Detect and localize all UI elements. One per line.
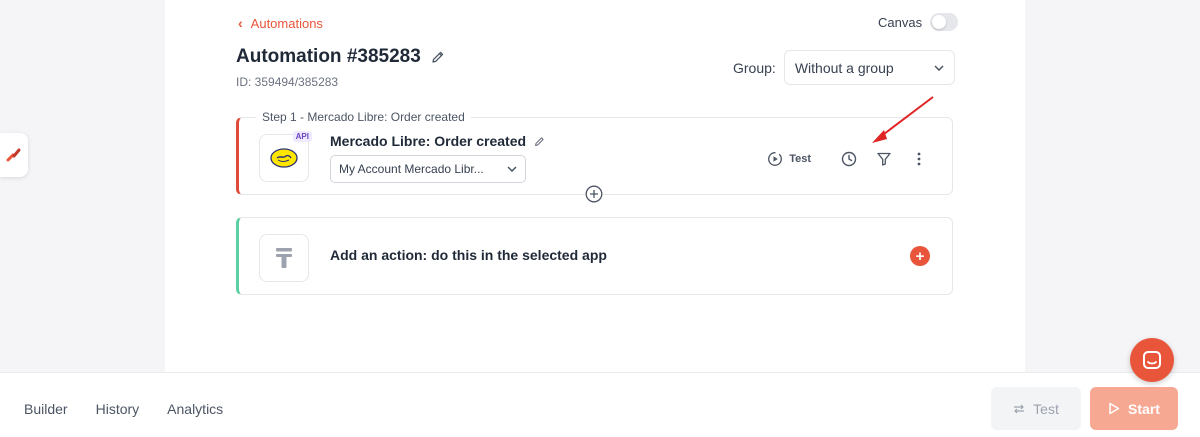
filter-icon bbox=[877, 152, 891, 166]
api-badge: API bbox=[292, 131, 312, 142]
test-button-label: Test bbox=[1033, 400, 1059, 417]
tab-analytics[interactable]: Analytics bbox=[167, 401, 223, 417]
group-label: Group: bbox=[733, 59, 776, 76]
start-button[interactable]: Start bbox=[1090, 387, 1178, 430]
page-title-row: Automation #385283 bbox=[236, 46, 445, 68]
automation-id: ID: 359494/385283 bbox=[236, 75, 339, 89]
chat-support-button[interactable] bbox=[1130, 338, 1174, 382]
brand-logo-icon bbox=[6, 148, 21, 162]
add-action-text: Add an action: do this in the selected a… bbox=[330, 247, 607, 263]
play-circle-icon bbox=[768, 152, 783, 166]
canvas-label: Canvas bbox=[878, 14, 923, 30]
bottom-tabs: Builder History Analytics bbox=[24, 401, 223, 417]
test-step-label: Test bbox=[789, 153, 811, 165]
group-selector: Group: Without a group bbox=[733, 50, 955, 85]
tab-history[interactable]: History bbox=[96, 401, 140, 417]
account-select[interactable]: My Account Mercado Libr... bbox=[330, 155, 526, 183]
canvas-switch[interactable] bbox=[930, 13, 959, 31]
back-label: Automations bbox=[250, 15, 323, 31]
edit-trigger-pencil-icon[interactable] bbox=[534, 136, 545, 147]
canvas-toggle[interactable]: Canvas bbox=[878, 13, 959, 31]
side-panel-toggle[interactable] bbox=[0, 133, 28, 177]
group-select[interactable]: Without a group bbox=[783, 50, 955, 85]
start-button-label: Start bbox=[1128, 400, 1160, 417]
chevron-down-icon bbox=[507, 166, 517, 172]
switch-knob bbox=[932, 15, 947, 29]
edit-pencil-icon[interactable] bbox=[431, 50, 445, 64]
test-step-button[interactable]: Test bbox=[767, 151, 811, 167]
swap-arrows-icon bbox=[1014, 404, 1025, 413]
action-app-icon bbox=[259, 234, 309, 282]
test-button[interactable]: Test bbox=[991, 387, 1081, 430]
placeholder-app-icon bbox=[276, 248, 292, 268]
add-action-card[interactable]: Add an action: do this in the selected a… bbox=[236, 217, 953, 295]
chevron-left-icon: ‹ bbox=[238, 15, 243, 31]
mercado-libre-app-icon: API bbox=[259, 131, 312, 182]
trigger-title: Mercado Libre: Order created bbox=[330, 133, 527, 149]
handshake-logo-icon bbox=[270, 148, 298, 168]
page-title: Automation #385283 bbox=[236, 46, 421, 67]
play-icon bbox=[1109, 402, 1120, 415]
account-value: My Account Mercado Libr... bbox=[339, 162, 484, 176]
clock-icon bbox=[841, 151, 857, 167]
step-1-label: Step 1 - Mercado Libre: Order created bbox=[256, 110, 471, 124]
back-to-automations-link[interactable]: ‹ Automations bbox=[238, 15, 323, 31]
schedule-button[interactable] bbox=[838, 148, 860, 170]
trigger-title-row: Mercado Libre: Order created bbox=[330, 133, 545, 149]
trigger-step-card[interactable]: API Mercado Libre: Order created My Acco… bbox=[236, 117, 953, 195]
plus-circle-icon bbox=[585, 185, 603, 203]
add-action-button[interactable]: + bbox=[910, 246, 930, 266]
insert-step-button[interactable] bbox=[585, 185, 603, 203]
tab-builder[interactable]: Builder bbox=[24, 401, 68, 417]
group-value: Without a group bbox=[794, 59, 894, 76]
plus-icon: + bbox=[915, 247, 925, 265]
more-vertical-icon bbox=[917, 152, 921, 166]
chat-icon bbox=[1143, 351, 1161, 369]
bottom-bar: Builder History Analytics Test Start bbox=[0, 372, 1200, 437]
annotation-arrow bbox=[872, 96, 934, 143]
chevron-down-icon bbox=[934, 64, 944, 71]
